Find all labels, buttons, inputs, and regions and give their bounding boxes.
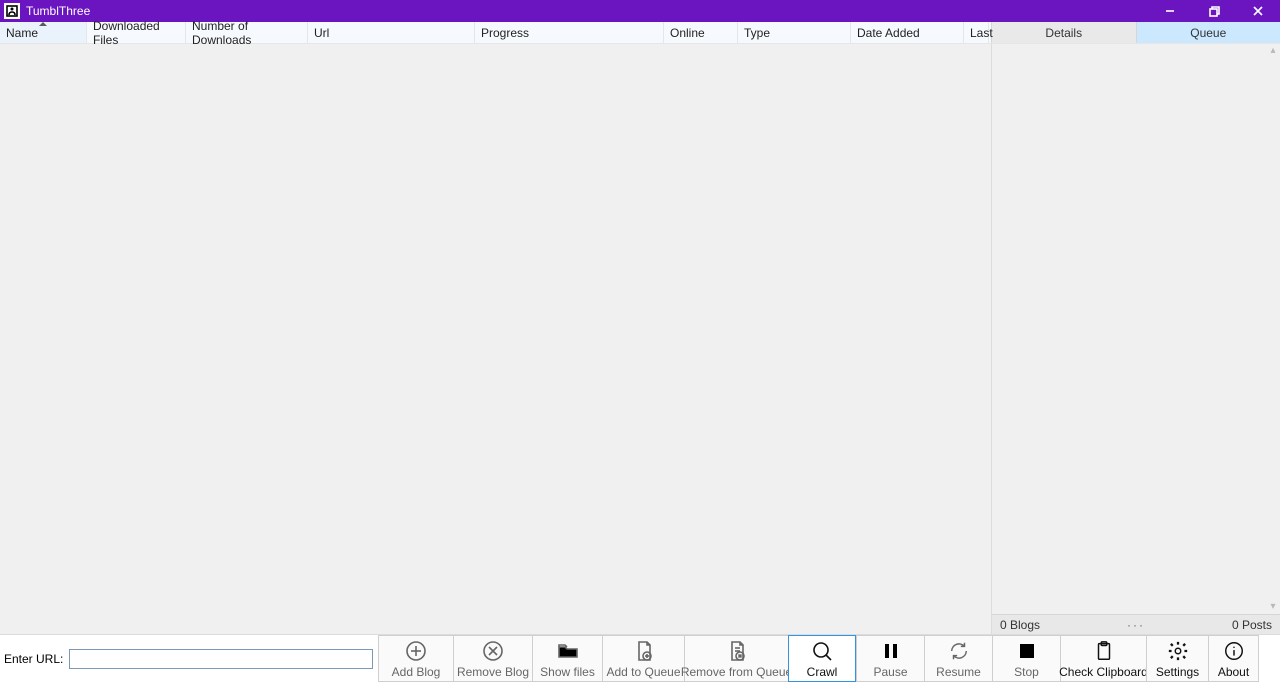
sort-asc-icon (39, 22, 47, 26)
clipboard-label: Check Clipboard (1059, 665, 1148, 679)
search-icon (810, 639, 834, 663)
content-row: ▴ ▾ 0 Blogs ··· 0 Posts (0, 44, 1280, 634)
column-header-online[interactable]: Online (664, 22, 738, 43)
toolbar: Add Blog Remove Blog Show files Add to Q… (378, 635, 1280, 682)
column-header-last[interactable]: Last (964, 22, 989, 43)
settings-button[interactable]: Settings (1146, 635, 1208, 682)
app-icon (4, 3, 20, 19)
column-header-url[interactable]: Url (308, 22, 475, 43)
posts-count: 0 Posts (1232, 618, 1280, 632)
check-clipboard-button[interactable]: Check Clipboard (1060, 635, 1146, 682)
column-header-name[interactable]: Name (0, 22, 87, 43)
tab-details[interactable]: Details (991, 22, 1136, 43)
add-to-queue-label: Add to Queue (606, 665, 680, 679)
status-menu-button[interactable]: ··· (1040, 618, 1232, 632)
add-blog-label: Add Blog (392, 665, 441, 679)
url-input[interactable] (69, 649, 373, 669)
header-row: NameDownloaded FilesNumber of DownloadsU… (0, 22, 1280, 44)
close-button[interactable] (1236, 0, 1280, 22)
stop-icon (1017, 639, 1037, 663)
stop-label: Stop (1014, 665, 1039, 679)
url-area: Enter URL: (0, 635, 378, 682)
window-title: TumblThree (24, 4, 90, 18)
minimize-button[interactable] (1148, 0, 1192, 22)
bottom-bar: Enter URL: Add Blog Remove Blog Show fil… (0, 634, 1280, 682)
column-header-type[interactable]: Type (738, 22, 851, 43)
resume-button[interactable]: Resume (924, 635, 992, 682)
remove-blog-label: Remove Blog (457, 665, 529, 679)
blogs-table-body[interactable] (0, 44, 991, 634)
crawl-button[interactable]: Crawl (788, 635, 856, 682)
settings-label: Settings (1156, 665, 1199, 679)
info-icon (1223, 639, 1245, 663)
crawl-label: Crawl (807, 665, 838, 679)
scroll-down-icon[interactable]: ▾ (1268, 602, 1278, 612)
refresh-icon (948, 639, 970, 663)
gear-icon (1167, 639, 1189, 663)
add-to-queue-button[interactable]: Add to Queue (602, 635, 684, 682)
about-label: About (1218, 665, 1249, 679)
about-button[interactable]: About (1208, 635, 1259, 682)
side-panel: ▴ ▾ 0 Blogs ··· 0 Posts (991, 44, 1280, 634)
remove-from-queue-label: Remove from Queue (681, 665, 792, 679)
add-blog-button[interactable]: Add Blog (378, 635, 453, 682)
tab-queue[interactable]: Queue (1136, 22, 1280, 43)
pause-icon (881, 639, 901, 663)
folder-icon (556, 639, 580, 663)
column-header-number-of-downloads[interactable]: Number of Downloads (186, 22, 308, 43)
side-status-bar: 0 Blogs ··· 0 Posts (992, 614, 1280, 634)
show-files-button[interactable]: Show files (532, 635, 602, 682)
side-tabs: Details Queue (991, 22, 1280, 43)
x-circle-icon (481, 639, 505, 663)
blogs-count: 0 Blogs (992, 618, 1040, 632)
maximize-button[interactable] (1192, 0, 1236, 22)
scroll-up-icon[interactable]: ▴ (1268, 46, 1278, 56)
queue-panel-body[interactable]: ▴ ▾ (992, 44, 1280, 614)
pause-label: Pause (873, 665, 907, 679)
stop-button[interactable]: Stop (992, 635, 1060, 682)
plus-circle-icon (404, 639, 428, 663)
column-header-downloaded-files[interactable]: Downloaded Files (87, 22, 186, 43)
remove-blog-button[interactable]: Remove Blog (453, 635, 532, 682)
show-files-label: Show files (540, 665, 595, 679)
pause-button[interactable]: Pause (856, 635, 924, 682)
column-header-date-added[interactable]: Date Added (851, 22, 964, 43)
column-header-progress[interactable]: Progress (475, 22, 664, 43)
file-x-icon (725, 639, 749, 663)
url-label: Enter URL: (4, 652, 69, 666)
file-plus-icon (632, 639, 656, 663)
clipboard-icon (1093, 639, 1115, 663)
remove-from-queue-button[interactable]: Remove from Queue (684, 635, 788, 682)
column-headers: NameDownloaded FilesNumber of DownloadsU… (0, 22, 991, 43)
resume-label: Resume (936, 665, 981, 679)
